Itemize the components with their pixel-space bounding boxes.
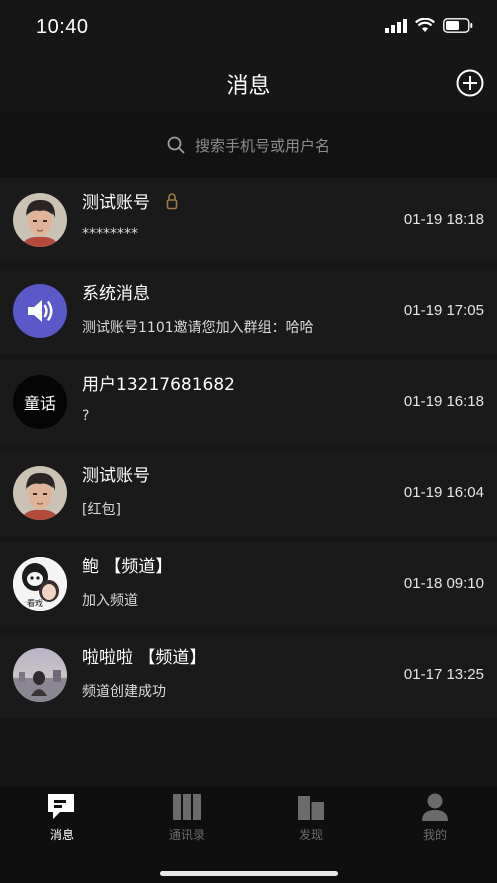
conversation-preview: 测试账号1101邀请您加入群组：哈哈 — [82, 320, 314, 336]
search-placeholder: 搜索手机号或用户名 — [194, 136, 330, 155]
meme-avatar: 看戏 — [13, 557, 67, 611]
conversation-row[interactable]: 测试账号 ******** 01-19 18:18 — [0, 178, 497, 263]
tab-profile[interactable]: 我的 — [395, 792, 475, 848]
tab-messages[interactable]: 消息 — [22, 792, 102, 848]
conversation-list: 测试账号 ******** 01-19 18:18 系统消息 测试账号1101邀… — [0, 178, 497, 724]
conversation-preview: 加入频道 — [82, 593, 138, 609]
conversation-time: 01-18 09:10 — [403, 575, 484, 592]
user-icon — [422, 793, 448, 821]
conversation-name: 用户13217681682 — [82, 375, 235, 395]
tab-discover[interactable]: 发现 — [271, 792, 351, 848]
chat-icon — [48, 794, 74, 819]
status-time: 10:40 — [36, 16, 89, 38]
home-indicator — [160, 871, 338, 876]
add-button[interactable] — [455, 68, 485, 98]
tab-contacts[interactable]: 通讯录 — [147, 792, 227, 848]
tab-bar: 消息 通讯录 发现 我的 — [0, 786, 497, 883]
conversation-row[interactable]: 测试账号 [红包] 01-19 16:04 — [0, 451, 497, 536]
buildings-icon — [298, 796, 324, 820]
conversation-preview: ******** — [82, 226, 138, 242]
conversation-name: 测试账号 — [82, 193, 150, 213]
avatar-caption: 看戏 — [27, 599, 43, 608]
contacts-icon — [173, 794, 201, 820]
battery-icon — [443, 18, 473, 33]
page-title: 消息 — [226, 74, 271, 99]
signal-icon — [385, 18, 407, 33]
conversation-time: 01-19 16:04 — [403, 484, 484, 501]
conversation-time: 01-17 13:25 — [403, 666, 484, 683]
speaker-icon — [13, 284, 67, 338]
conversation-name: 测试账号 — [82, 466, 150, 486]
lock-icon — [166, 193, 178, 210]
conversation-preview: 频道创建成功 — [82, 684, 166, 700]
conversation-row[interactable]: 系统消息 测试账号1101邀请您加入群组：哈哈 01-19 17:05 — [0, 269, 497, 354]
tab-label: 通讯录 — [168, 828, 205, 842]
conversation-preview: ? — [82, 408, 90, 424]
search-icon — [167, 136, 185, 154]
conversation-time: 01-19 17:05 — [403, 302, 484, 319]
conversation-time: 01-19 18:18 — [403, 211, 484, 228]
search-input[interactable]: 搜索手机号或用户名 — [0, 112, 497, 178]
conversation-row[interactable]: 看戏 鲍 【频道】 加入频道 01-18 09:10 — [0, 542, 497, 627]
cartoon-man-avatar — [13, 466, 67, 520]
tab-label: 我的 — [422, 828, 447, 842]
nav-bar: 消息 — [0, 60, 497, 112]
text-avatar: 童话 — [13, 375, 67, 429]
avatar-text: 童话 — [23, 394, 56, 413]
conversation-name: 系统消息 — [82, 284, 150, 304]
conversation-preview: [红包] — [82, 502, 121, 518]
conversation-name: 啦啦啦 【频道】 — [82, 648, 207, 668]
conversation-row[interactable]: 啦啦啦 【频道】 频道创建成功 01-17 13:25 — [0, 633, 497, 718]
wifi-icon — [415, 18, 435, 32]
photo-avatar — [13, 648, 67, 702]
tab-label: 发现 — [298, 828, 323, 842]
tab-label: 消息 — [49, 828, 74, 842]
conversation-row[interactable]: 童话 用户13217681682 ? 01-19 16:18 — [0, 360, 497, 445]
cartoon-man-avatar — [13, 193, 67, 247]
status-icons — [385, 18, 473, 33]
conversation-name: 鲍 【频道】 — [82, 557, 173, 577]
status-bar: 10:40 — [0, 0, 497, 60]
conversation-time: 01-19 16:18 — [403, 393, 484, 410]
